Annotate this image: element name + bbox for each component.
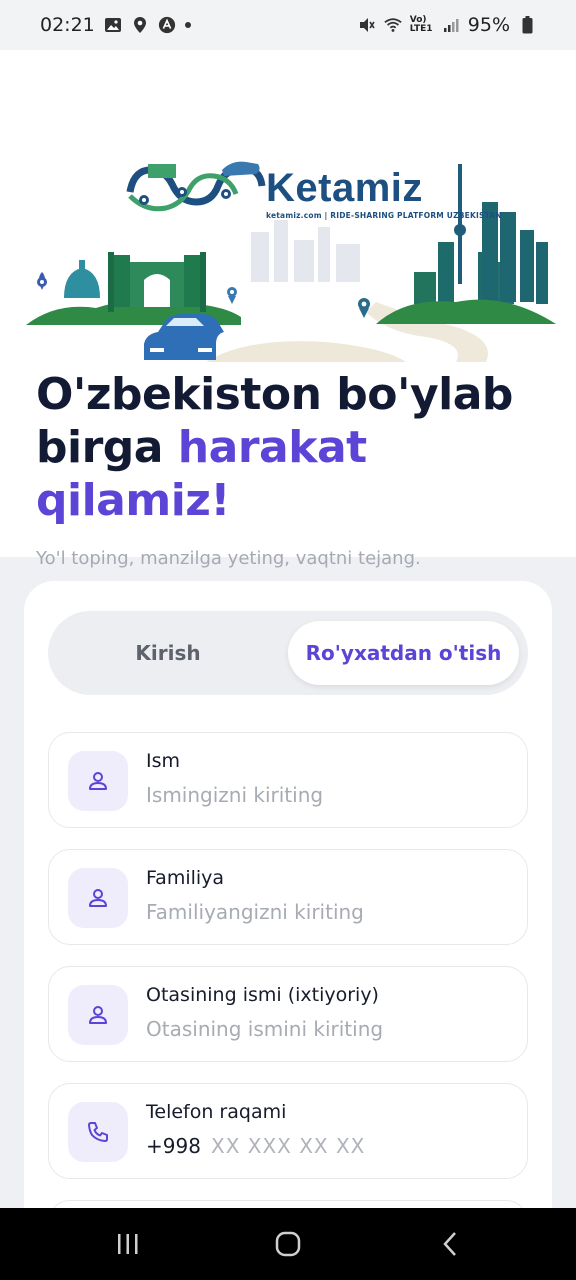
hero-section: Ketamiz ketamiz.com | RIDE-SHARING PLATF… <box>0 50 576 569</box>
city-illustration <box>26 161 556 362</box>
first-name-field[interactable]: Ism Ismingizni kiriting <box>48 732 528 828</box>
signal-icon <box>442 16 460 34</box>
hero-title-birga: birga <box>36 422 178 473</box>
wifi-icon <box>384 16 402 34</box>
back-button[interactable] <box>405 1208 495 1280</box>
hero-banner: Ketamiz ketamiz.com | RIDE-SHARING PLATF… <box>26 112 556 362</box>
recent-apps-button[interactable] <box>83 1208 173 1280</box>
brand-logo: Ketamiz ketamiz.com | RIDE-SHARING PLATF… <box>266 166 502 220</box>
auth-card: Kirish Ro'yxatdan o'tish Ism Ismingizni … <box>24 581 552 1280</box>
dot-icon <box>184 22 191 28</box>
gallery-icon <box>104 16 122 34</box>
location-icon <box>131 16 149 34</box>
system-nav-bar <box>0 1208 576 1280</box>
logo-emblem-icon <box>126 161 266 212</box>
battery-icon <box>518 16 536 34</box>
tab-login[interactable]: Kirish <box>48 611 288 695</box>
last-name-field[interactable]: Familiya Familiyangizni kiriting <box>48 849 528 945</box>
hero-title-line2: birga harakat <box>36 421 546 474</box>
auth-tabs: Kirish Ro'yxatdan o'tish <box>48 611 528 695</box>
first-name-label: Ism <box>146 750 181 772</box>
recent-apps-icon <box>118 1234 138 1254</box>
hero-title-accent1: harakat <box>177 422 367 473</box>
phone-icon <box>68 1102 128 1162</box>
phone-input[interactable]: XX XXX XX XX <box>211 1134 365 1158</box>
user-icon <box>68 868 128 928</box>
user-icon <box>68 751 128 811</box>
patronymic-input[interactable]: Otasining ismini kiriting <box>146 1017 383 1041</box>
mute-icon <box>358 16 376 34</box>
status-right: Vo) LTE1 95% <box>358 14 536 36</box>
app-icon <box>158 16 176 34</box>
hero-subtitle: Yo'l toping, manzilga yeting, vaqtni tej… <box>36 548 421 569</box>
patronymic-field[interactable]: Otasining ismi (ixtiyoriy) Otasining ism… <box>48 966 528 1062</box>
hero-title-line1: O'zbekiston bo'ylab <box>36 369 513 420</box>
phone-field[interactable]: Telefon raqami +998 XX XXX XX XX <box>48 1083 528 1179</box>
phone-prefix: +998 <box>146 1134 201 1158</box>
status-bar: 02:21 Vo) LTE1 95% <box>0 0 576 50</box>
brand-name: Ketamiz <box>266 166 423 210</box>
hero-title: O'zbekiston bo'ylab birga harakat qilami… <box>36 368 546 527</box>
home-icon <box>275 1231 301 1257</box>
first-name-input[interactable]: Ismingizni kiriting <box>146 783 323 807</box>
patronymic-label: Otasining ismi (ixtiyoriy) <box>146 984 379 1006</box>
network-label: Vo) LTE1 <box>409 15 433 34</box>
back-icon <box>443 1232 456 1256</box>
tab-register[interactable]: Ro'yxatdan o'tish <box>288 621 519 685</box>
phone-label: Telefon raqami <box>146 1101 287 1123</box>
last-name-input[interactable]: Familiyangizni kiriting <box>146 900 364 924</box>
brand-tagline: ketamiz.com | RIDE-SHARING PLATFORM UZBE… <box>266 211 502 220</box>
hero-title-line3: qilamiz! <box>36 475 230 526</box>
battery-level: 95% <box>467 14 510 36</box>
user-icon <box>68 985 128 1045</box>
status-time: 02:21 <box>40 14 95 36</box>
home-button[interactable] <box>243 1208 333 1280</box>
last-name-label: Familiya <box>146 867 225 889</box>
status-left: 02:21 <box>40 14 191 36</box>
